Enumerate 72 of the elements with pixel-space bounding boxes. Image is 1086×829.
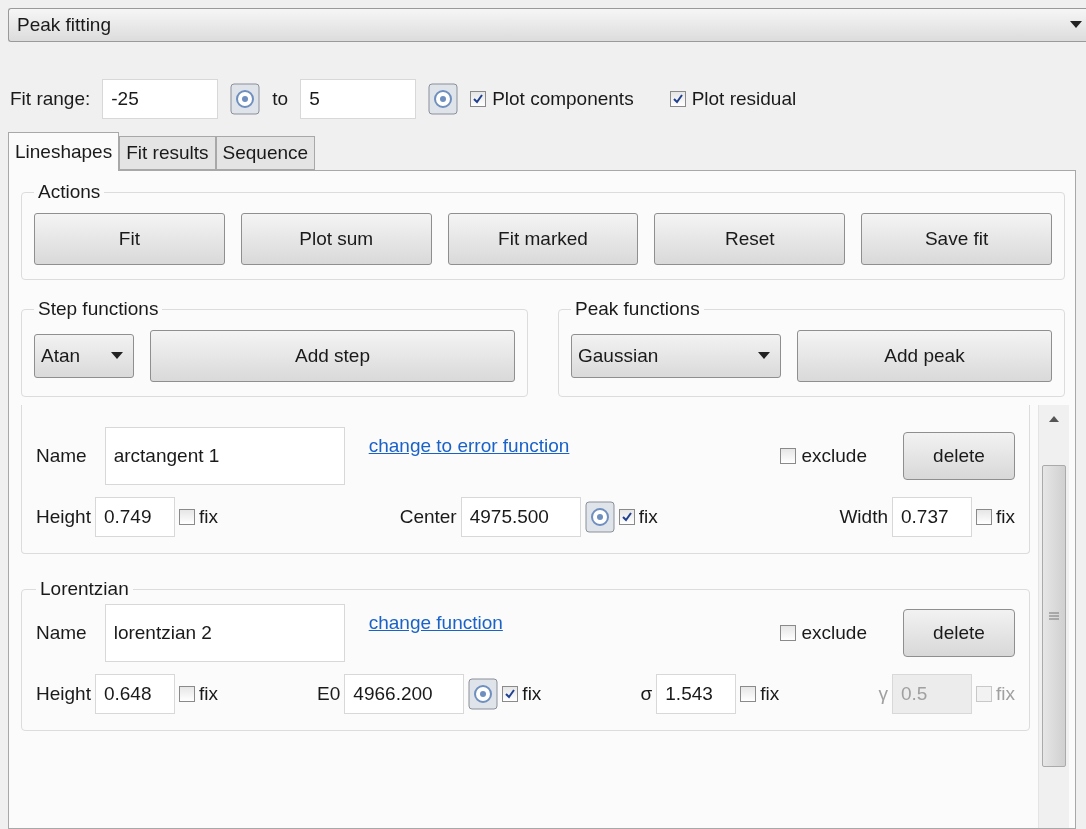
fix-label: fix: [522, 683, 542, 705]
group-title: Actions: [37, 181, 102, 203]
fit-to-field[interactable]: 5: [300, 79, 417, 119]
checkbox-label: Plot components: [492, 88, 634, 110]
target-picker-icon[interactable]: [428, 83, 459, 115]
component-title: Lorentzian: [39, 578, 130, 600]
scroll-up-icon[interactable]: [1049, 415, 1059, 423]
delete-button[interactable]: delete: [903, 432, 1015, 480]
group-title: Step functions: [37, 298, 160, 320]
fix-label: fix: [996, 506, 1015, 528]
checkbox-label: exclude: [801, 622, 867, 644]
checkbox[interactable]: [779, 625, 796, 641]
checkbox[interactable]: [470, 91, 487, 107]
step-type-dropdown[interactable]: Atan: [34, 334, 134, 378]
fix-label: fix: [198, 506, 218, 528]
fix-label: fix: [995, 683, 1015, 705]
parameter-field[interactable]: 0.749: [94, 497, 175, 537]
action-button[interactable]: Plot sum: [240, 213, 432, 265]
scroll-thumb[interactable]: [1042, 465, 1066, 767]
parameter-label: Height: [36, 506, 91, 528]
tab[interactable]: Sequence: [215, 136, 316, 170]
dropdown-caret-icon: [758, 352, 770, 360]
checkbox[interactable]: [779, 448, 796, 464]
checkbox[interactable]: [976, 509, 992, 525]
name-label: Name: [36, 622, 87, 644]
checkbox[interactable]: [618, 509, 635, 525]
checkbox[interactable]: [502, 686, 519, 702]
scrollbar[interactable]: [1038, 405, 1069, 828]
fix-label: fix: [638, 506, 658, 528]
grip-icon: [1049, 611, 1059, 621]
name-label: Name: [36, 445, 87, 467]
action-button[interactable]: Fit: [34, 213, 225, 265]
dropdown-caret-icon: [111, 352, 123, 360]
checkbox[interactable]: [740, 686, 757, 702]
parameter-label: Center: [399, 506, 457, 528]
change-function-link[interactable]: change function: [368, 612, 503, 634]
parameter-field[interactable]: 0.737: [892, 497, 972, 537]
mode-dropdown[interactable]: Peak fitting: [8, 8, 1086, 42]
peak-type-dropdown[interactable]: Gaussian: [571, 334, 781, 378]
parameter-field[interactable]: 1.543: [656, 674, 737, 714]
target-picker-icon[interactable]: [230, 83, 261, 115]
checkbox-label: exclude: [801, 445, 867, 467]
add-peak-button[interactable]: Add peak: [797, 330, 1052, 382]
checkbox[interactable]: [178, 509, 195, 525]
add-step-button[interactable]: Add step: [150, 330, 515, 382]
name-field[interactable]: arctangent 1: [104, 427, 345, 485]
group-title: Peak functions: [574, 298, 701, 320]
parameter-label: E0: [317, 683, 341, 705]
dropdown-caret-icon: [1070, 21, 1082, 29]
parameter-label: σ: [640, 683, 653, 705]
parameter-label: Height: [36, 683, 91, 705]
action-button[interactable]: Reset: [654, 213, 846, 265]
checkbox[interactable]: [669, 91, 686, 107]
delete-button[interactable]: delete: [903, 609, 1015, 657]
parameter-label: γ: [878, 683, 888, 705]
fit-from-field[interactable]: -25: [102, 79, 219, 119]
parameter-label: Width: [839, 506, 888, 528]
checkbox-label: Plot residual: [691, 88, 797, 110]
name-field[interactable]: lorentzian 2: [104, 604, 345, 662]
parameter-field[interactable]: 0.648: [94, 674, 175, 714]
tab[interactable]: Fit results: [119, 136, 216, 170]
parameter-field[interactable]: 4966.200: [344, 674, 465, 714]
fix-label: fix: [198, 683, 218, 705]
action-button[interactable]: Save fit: [861, 213, 1052, 265]
parameter-field[interactable]: 4975.500: [460, 497, 581, 537]
tab[interactable]: Lineshapes: [8, 132, 120, 171]
to-label: to: [272, 88, 289, 110]
checkbox[interactable]: [178, 686, 195, 702]
change-function-link[interactable]: change to error function: [368, 435, 570, 457]
action-button[interactable]: Fit marked: [447, 213, 639, 265]
fit-range-label: Fit range:: [10, 88, 91, 110]
fix-label: fix: [760, 683, 780, 705]
